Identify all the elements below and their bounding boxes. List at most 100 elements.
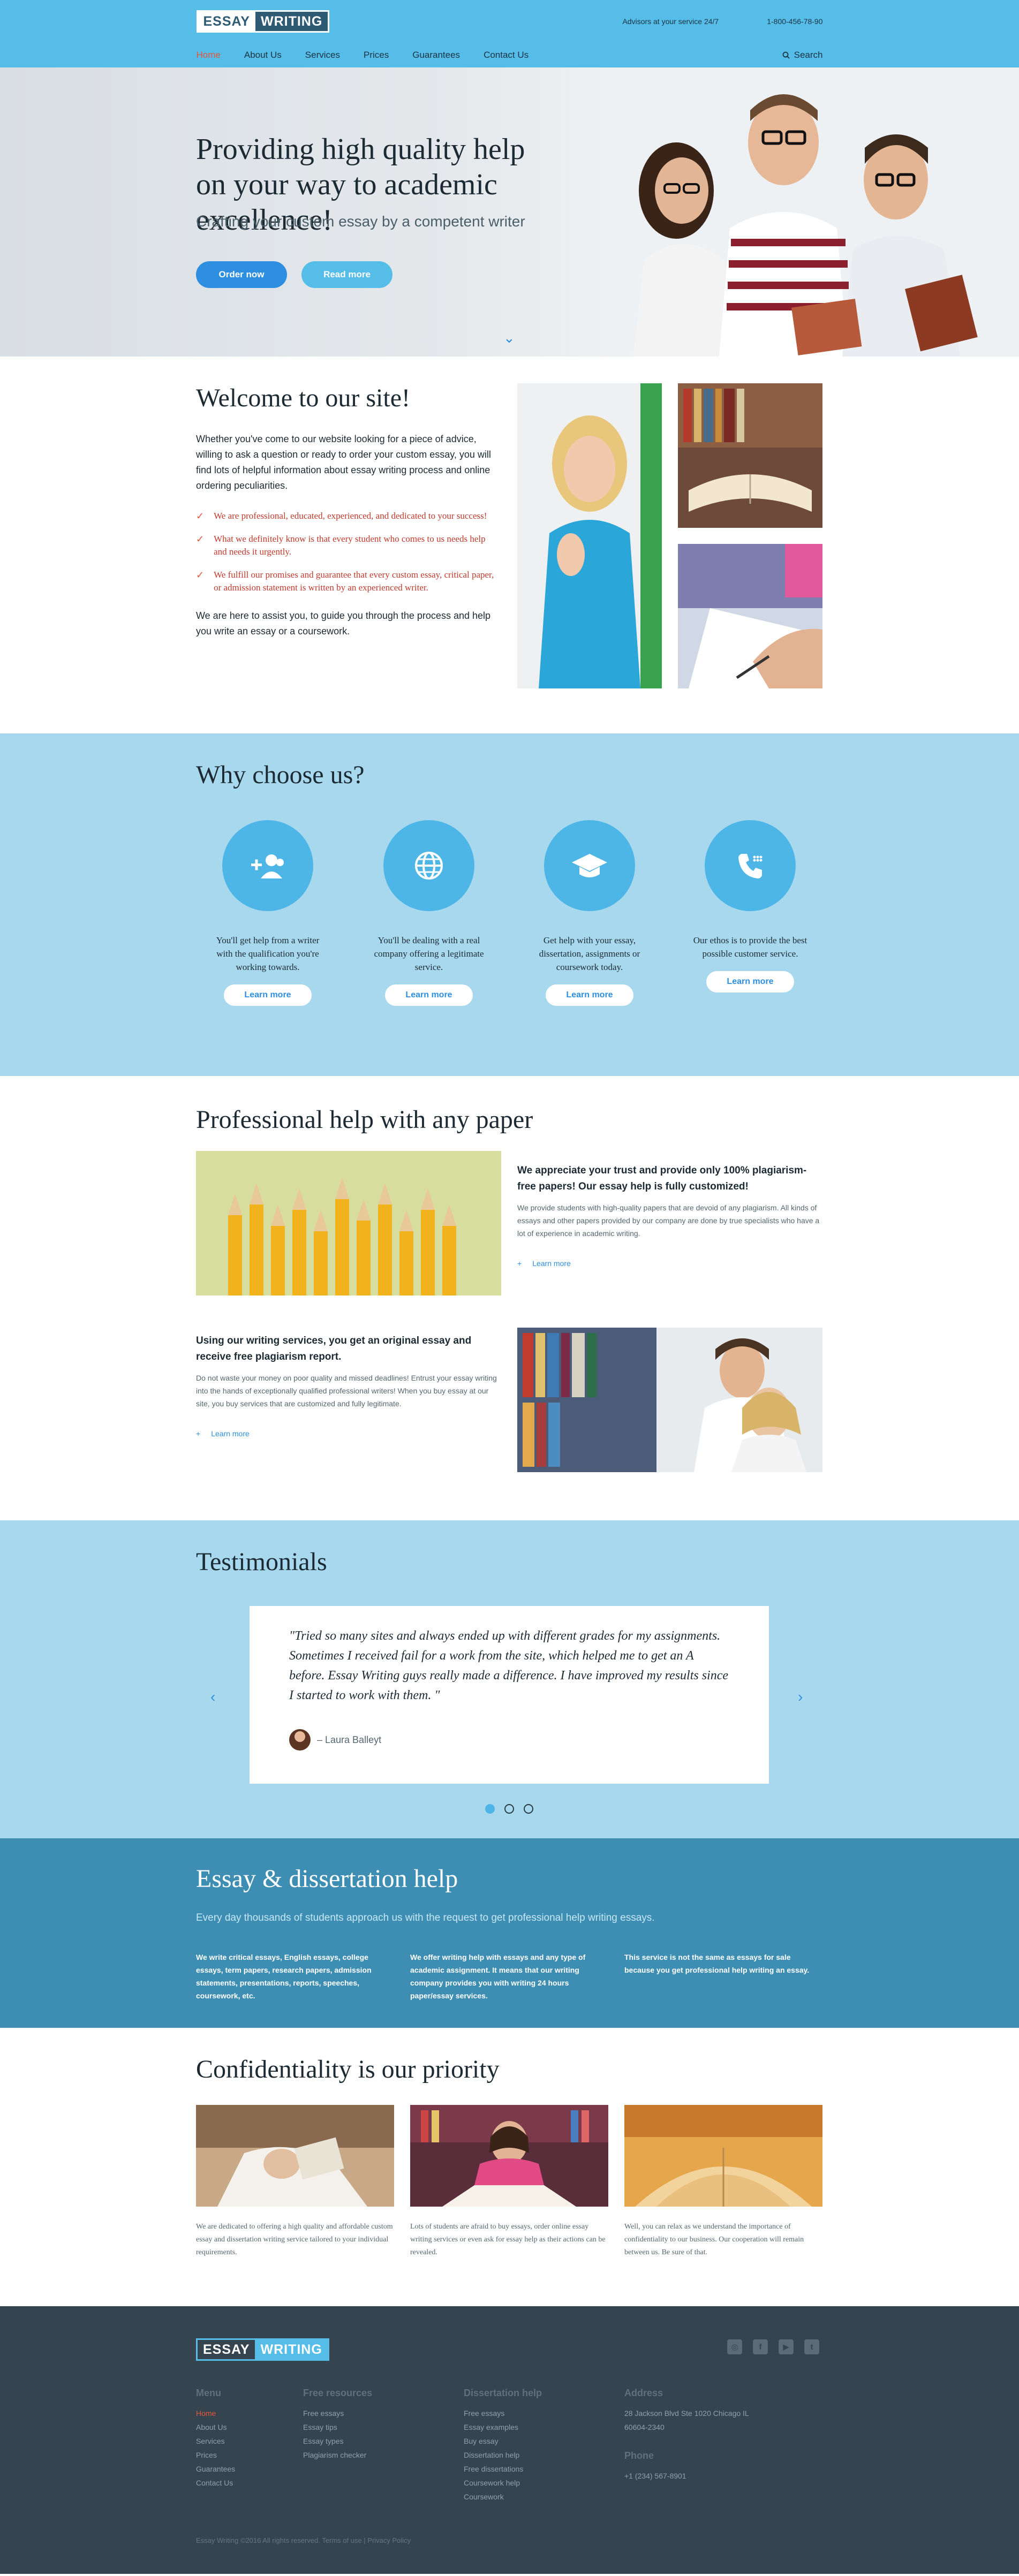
pencils-photo xyxy=(196,1151,501,1295)
list-item: ✓ What we definitely know is that every s… xyxy=(196,533,496,558)
essay-col-2: We offer writing help with essays and an… xyxy=(410,1953,586,2000)
pro-title: Professional help with any paper xyxy=(196,1105,533,1134)
library-photo xyxy=(517,1328,822,1472)
feature-text: You'll get help from a writer with the q… xyxy=(216,935,320,972)
open-book-photo xyxy=(678,383,822,528)
footer-link[interactable]: Plagiarism checker xyxy=(303,2448,372,2462)
conf-text-2: Lots of students are afraid to buy essay… xyxy=(410,2223,606,2256)
learn-more-button[interactable]: Learn more xyxy=(385,984,473,1006)
check-text: What we definitely know is that every st… xyxy=(214,534,486,557)
footer-link[interactable]: Services xyxy=(196,2434,235,2448)
facebook-icon[interactable]: f xyxy=(753,2339,768,2354)
learn-more-button[interactable]: Learn more xyxy=(546,984,633,1006)
nav-guarantees[interactable]: Guarantees xyxy=(412,50,460,60)
graduation-cap-icon xyxy=(544,820,635,911)
student-books-photo xyxy=(410,2105,608,2207)
welcome-checklist: ✓ We are professional, educated, experien… xyxy=(196,510,496,604)
search-button[interactable]: Search xyxy=(782,50,823,60)
youtube-icon[interactable]: ▶ xyxy=(779,2339,794,2354)
professional-section: Professional help with any paper We appr… xyxy=(0,1076,1019,1520)
learn-more-link[interactable]: + Learn more xyxy=(196,1429,501,1438)
why-choose-section: Why choose us? You'll get help from a wr… xyxy=(0,733,1019,1076)
list-item: ✓ We are professional, educated, experien… xyxy=(196,510,496,522)
footer-col-title: Menu xyxy=(196,2388,221,2398)
pro-heading-2: Using our writing services, you get an o… xyxy=(196,1335,472,1362)
pro-desc-1: We provide students with high-quality pa… xyxy=(517,1203,820,1238)
footer-link[interactable]: Contact Us xyxy=(196,2476,235,2490)
search-label: Search xyxy=(794,50,823,60)
footer-link[interactable]: Coursework xyxy=(464,2490,542,2504)
essay-col-1: We write critical essays, English essays… xyxy=(196,1953,372,2000)
testimonials-section: Testimonials ‹ "Tried so many sites and … xyxy=(0,1520,1019,1838)
check-icon: ✓ xyxy=(196,511,205,521)
feature-card: You'll be dealing with a real company of… xyxy=(370,820,488,1006)
nav-contact-us[interactable]: Contact Us xyxy=(484,50,529,60)
footer-address: Address 28 Jackson Blvd Ste 1020 Chicago… xyxy=(624,2388,764,2483)
footer-logo[interactable]: ESSAY WRITING xyxy=(196,2338,329,2361)
site-footer: ESSAY WRITING ◎ f ▶ t Menu Home About Us… xyxy=(0,2306,1019,2574)
footer-link[interactable]: About Us xyxy=(196,2420,235,2434)
learn-more-link[interactable]: + Learn more xyxy=(517,1259,822,1268)
pro-heading-1: We appreciate your trust and provide onl… xyxy=(517,1165,807,1192)
nav-services[interactable]: Services xyxy=(305,50,340,60)
site-header: ESSAY WRITING Advisors at your service 2… xyxy=(0,0,1019,67)
footer-link[interactable]: Home xyxy=(196,2406,235,2420)
chevron-down-icon[interactable]: ⌄ xyxy=(503,330,515,346)
check-icon: ✓ xyxy=(196,534,205,544)
footer-link[interactable]: Coursework help xyxy=(464,2476,542,2490)
footer-link[interactable]: Free essays xyxy=(303,2406,372,2420)
check-text: We are professional, educated, experienc… xyxy=(214,511,487,521)
slider-dot[interactable] xyxy=(504,1804,514,1814)
confidentiality-section: Confidentiality is our priority We are d… xyxy=(0,2028,1019,2306)
footer-link[interactable]: Free essays xyxy=(464,2406,542,2420)
slider-dot[interactable] xyxy=(524,1804,533,1814)
plus-icon: + xyxy=(196,1429,201,1438)
footer-link[interactable]: Buy essay xyxy=(464,2434,542,2448)
logo-part1: ESSAY xyxy=(198,2340,255,2359)
add-user-icon xyxy=(222,820,313,911)
footer-link[interactable]: Free dissertations xyxy=(464,2462,542,2476)
pro-block-1: We appreciate your trust and provide onl… xyxy=(517,1163,822,1268)
instagram-icon[interactable]: ◎ xyxy=(727,2339,742,2354)
site-logo[interactable]: ESSAY WRITING xyxy=(196,10,330,33)
footer-link[interactable]: Essay examples xyxy=(464,2420,542,2434)
testimonial-author: – Laura Balleyt xyxy=(289,1729,381,1751)
nav-about-us[interactable]: About Us xyxy=(244,50,282,60)
chevron-left-icon[interactable]: ‹ xyxy=(210,1688,215,1706)
nav-prices[interactable]: Prices xyxy=(364,50,389,60)
essay-lead: Every day thousands of students approach… xyxy=(196,1912,655,1923)
check-icon: ✓ xyxy=(196,570,205,580)
slider-dot[interactable] xyxy=(485,1804,495,1814)
feature-card: Get help with your essay, dissertation, … xyxy=(531,820,648,1006)
welcome-section: Welcome to our site! Whether you've come… xyxy=(0,357,1019,733)
footer-link[interactable]: Prices xyxy=(196,2448,235,2462)
logo-part2: WRITING xyxy=(255,12,328,31)
welcome-title: Welcome to our site! xyxy=(196,384,411,412)
main-nav: Home About Us Services Prices Guarantees… xyxy=(197,43,823,67)
phone-icon xyxy=(705,820,796,911)
testimonial-card: "Tried so many sites and always ended up… xyxy=(250,1606,769,1784)
feature-text: Our ethos is to provide the best possibl… xyxy=(693,935,807,959)
order-now-button[interactable]: Order now xyxy=(196,261,287,288)
footer-link[interactable]: Guarantees xyxy=(196,2462,235,2476)
why-title: Why choose us? xyxy=(196,761,365,789)
hero-students-image xyxy=(612,67,1019,357)
footer-col-title: Phone xyxy=(624,2450,654,2461)
read-more-button[interactable]: Read more xyxy=(301,261,392,288)
footer-dissertation: Dissertation help Free essays Essay exam… xyxy=(464,2388,542,2504)
learn-more-button[interactable]: Learn more xyxy=(706,971,794,992)
essay-help-section: Essay & dissertation help Every day thou… xyxy=(0,1838,1019,2028)
footer-phone[interactable]: +1 (234) 567-8901 xyxy=(624,2469,764,2483)
footer-link[interactable]: Essay tips xyxy=(303,2420,372,2434)
logo-part2: WRITING xyxy=(255,2340,328,2359)
header-phone[interactable]: 1-800-456-78-90 xyxy=(767,17,822,26)
footer-link[interactable]: Dissertation help xyxy=(464,2448,542,2462)
footer-link[interactable]: Essay types xyxy=(303,2434,372,2448)
twitter-icon[interactable]: t xyxy=(804,2339,819,2354)
learn-more-button[interactable]: Learn more xyxy=(224,984,312,1006)
nav-home[interactable]: Home xyxy=(197,50,221,60)
welcome-intro: Whether you've come to our website looki… xyxy=(196,434,491,491)
chevron-right-icon[interactable]: › xyxy=(798,1688,803,1706)
pro-desc-2: Do not waste your money on poor quality … xyxy=(196,1374,497,1408)
feature-text: Get help with your essay, dissertation, … xyxy=(539,935,640,972)
